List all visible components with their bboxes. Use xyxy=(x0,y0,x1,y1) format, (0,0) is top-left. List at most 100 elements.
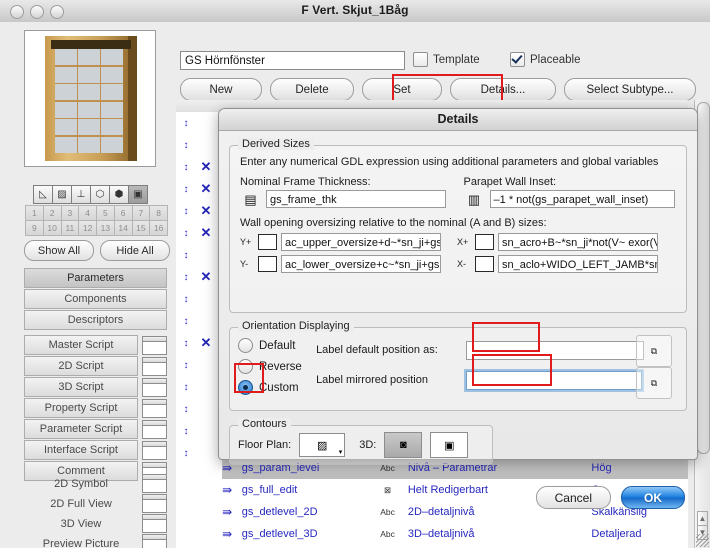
layer-cell-4[interactable]: 4 xyxy=(78,205,97,221)
sidebar-row[interactable]: 2D Full View xyxy=(24,494,167,513)
layer-cell-6[interactable]: 6 xyxy=(113,205,133,221)
sidebar-item-interface-script[interactable]: Interface Script xyxy=(24,440,138,460)
wireframe-cube-icon[interactable]: ⬡ xyxy=(90,185,110,204)
sidebar-row[interactable]: 2D Script xyxy=(24,356,167,376)
lock-cross-icon[interactable]: ✕ xyxy=(196,181,216,197)
hide-all-button[interactable]: Hide All xyxy=(100,240,170,261)
sidebar-row[interactable]: 3D Script xyxy=(24,377,167,397)
sort-handle-icon[interactable]: ↕ xyxy=(176,382,196,393)
open-window-icon[interactable] xyxy=(142,398,167,418)
select-subtype-button[interactable]: Select Subtype... xyxy=(564,78,696,101)
gutter-row[interactable]: ↕ xyxy=(176,376,222,398)
layer-cell-16[interactable]: 16 xyxy=(149,220,168,236)
open-window-icon[interactable] xyxy=(142,419,167,439)
sort-handle-icon[interactable]: ↕ xyxy=(176,140,196,151)
sort-handle-icon[interactable]: ↕ xyxy=(176,272,196,283)
sort-handle-icon[interactable]: ↕ xyxy=(176,118,196,129)
sidebar-item-parameter-script[interactable]: Parameter Script xyxy=(24,419,138,439)
orientation-option-reverse[interactable]: Reverse xyxy=(238,356,316,377)
sort-handle-icon[interactable]: ↕ xyxy=(176,338,196,349)
layer-cell-5[interactable]: 5 xyxy=(96,205,115,221)
sidebar-group-scripts[interactable]: Master Script 2D Script 3D Script Property … xyxy=(24,335,167,482)
sidebar-row[interactable]: Preview Picture xyxy=(24,534,167,548)
sort-handle-icon[interactable]: ↕ xyxy=(176,294,196,305)
sidebar-item-2d-script[interactable]: 2D Script xyxy=(24,356,138,376)
scroll-up-icon[interactable]: ▲ xyxy=(697,511,708,526)
layer-cell-8[interactable]: 8 xyxy=(149,205,168,221)
oversize-field-row[interactable]: X-sn_aclo+WIDO_LEFT_JAMB*sn_ji xyxy=(457,255,658,273)
gutter-row[interactable]: ↕ xyxy=(176,134,222,156)
sidebar-item-components[interactable]: Components xyxy=(24,289,167,309)
sort-handle-icon[interactable]: ↕ xyxy=(176,426,196,437)
nominal-frame-input[interactable]: gs_frame_thk xyxy=(266,190,446,208)
oversize-input-Y-minusplus[interactable]: ac_upper_oversize+d~*sn_ji+gs xyxy=(281,233,441,251)
oversize-field-row[interactable]: X+ sn_acro+B~*sn_ji*not(V~ exor(V xyxy=(457,233,658,251)
sidebar-item-preview-picture[interactable]: Preview Picture xyxy=(24,535,138,548)
radio-reverse-icon[interactable] xyxy=(238,359,253,374)
placeable-checkbox[interactable] xyxy=(510,52,525,67)
orientation-option-default[interactable]: Default xyxy=(238,335,316,356)
sidebar-item-3d-view[interactable]: 3D View xyxy=(24,515,138,533)
layer-cell-14[interactable]: 14 xyxy=(113,220,133,236)
show-hide-buttons[interactable]: Show All Hide All xyxy=(24,240,170,261)
details-button[interactable]: Details... xyxy=(450,78,556,101)
oversize-field-row[interactable]: Y-ac_lower_oversize+c~*sn_ji+gs. xyxy=(240,255,441,273)
sidebar-row[interactable]: 3D View xyxy=(24,514,167,533)
mirrored-position-input[interactable] xyxy=(466,370,643,390)
lock-cross-icon[interactable]: ✕ xyxy=(196,269,216,285)
open-window-icon[interactable] xyxy=(142,474,167,493)
gutter-row[interactable]: ↕ xyxy=(176,288,222,310)
gutter-row[interactable]: ↕ xyxy=(176,420,222,442)
sort-handle-icon[interactable]: ↕ xyxy=(176,184,196,195)
view-mode-icon-row[interactable]: ◺ ▨ ⊥ ⬡ ⬢ ▣ xyxy=(33,185,148,204)
layer-cell-2[interactable]: 2 xyxy=(42,205,62,221)
ok-button[interactable]: OK xyxy=(621,486,685,509)
layer-cell-1[interactable]: 1 xyxy=(25,205,44,221)
gutter-row[interactable]: ↕ xyxy=(176,398,222,420)
sidebar-row[interactable]: Interface Script xyxy=(24,440,167,460)
gutter-row[interactable]: ↕ ✕ xyxy=(176,332,222,354)
lock-cross-icon[interactable]: ✕ xyxy=(196,203,216,219)
sidebar-row[interactable]: 2D Symbol xyxy=(24,474,167,493)
sort-handle-icon[interactable]: ↕ xyxy=(176,206,196,217)
solid-contour-icon[interactable]: ◙ xyxy=(384,432,423,458)
toolbar-button-row[interactable]: New Delete Set Details... Select Subtype... xyxy=(180,78,696,101)
fill-icon[interactable]: ▨ xyxy=(52,185,72,204)
resize-grip-icon[interactable] xyxy=(696,534,709,547)
sidebar-row[interactable]: Descriptors xyxy=(24,310,167,330)
film-icon[interactable]: ▣ xyxy=(128,185,148,204)
section-icon[interactable]: ⊥ xyxy=(71,185,91,204)
layer-cell-9[interactable]: 9 xyxy=(25,220,44,236)
lock-cross-icon[interactable]: ✕ xyxy=(196,159,216,175)
lock-cross-icon[interactable]: ✕ xyxy=(196,335,216,351)
gutter-row[interactable]: ↕ xyxy=(176,442,222,464)
sidebar-group-main[interactable]: Parameters Components Descriptors xyxy=(24,268,167,331)
new-button[interactable]: New xyxy=(180,78,262,101)
open-window-icon[interactable] xyxy=(142,335,167,355)
parapet-wall-input[interactable]: –1 * not(gs_parapet_wall_inset) xyxy=(489,190,675,208)
parameter-gutter[interactable]: ↕ ↕ ↕ ✕ ↕ ✕ ↕ ✕ ↕ ✕ ↕ ↕ ✕ ↕ ↕ ↕ ✕ ↕ ↕ ↕ ↕ ↕ xyxy=(176,112,222,548)
oversize-fields-left[interactable]: Y+ ac_upper_oversize+d~*sn_ji+gs Y-ac_lowe… xyxy=(240,233,441,277)
floor-plan-pattern-dropdown[interactable]: ▨ ▾ xyxy=(299,433,346,457)
sidebar-item-descriptors[interactable]: Descriptors xyxy=(24,310,167,330)
object-name-input[interactable]: GS Hörnfönster xyxy=(180,51,405,70)
sidebar-item-property-script[interactable]: Property Script xyxy=(24,398,138,418)
layer-cell-11[interactable]: 11 xyxy=(60,220,80,236)
sidebar-row[interactable]: Master Script xyxy=(24,335,167,355)
oversize-fields-right[interactable]: X+ sn_acro+B~*sn_ji*not(V~ exor(V X-sn_acl… xyxy=(457,233,658,277)
sidebar-item-2d-symbol[interactable]: 2D Symbol xyxy=(24,475,138,493)
preview-thumbnail[interactable] xyxy=(24,30,156,167)
oversize-field-row[interactable]: Y+ ac_upper_oversize+d~*sn_ji+gs xyxy=(240,233,441,251)
layer-cell-10[interactable]: 10 xyxy=(42,220,62,236)
sort-handle-icon[interactable]: ↕ xyxy=(176,448,196,459)
table-row[interactable]: ↕⇛gs_detlevel_3DAbc3D–detaljnivåDetaljer… xyxy=(176,523,688,545)
oversize-input-Y-minus[interactable]: ac_lower_oversize+c~*sn_ji+gs. xyxy=(281,255,441,273)
sort-handle-icon[interactable]: ↕ xyxy=(176,404,196,415)
open-window-icon[interactable] xyxy=(142,377,167,397)
dotted-contour-icon[interactable]: ▣ xyxy=(430,432,469,458)
orientation-option-custom[interactable]: Custom xyxy=(238,377,316,398)
sort-handle-icon[interactable]: ↕ xyxy=(176,162,196,173)
sidebar-row[interactable]: Property Script xyxy=(24,398,167,418)
gutter-row[interactable]: ↕ ✕ xyxy=(176,222,222,244)
open-window-icon[interactable] xyxy=(142,514,167,533)
